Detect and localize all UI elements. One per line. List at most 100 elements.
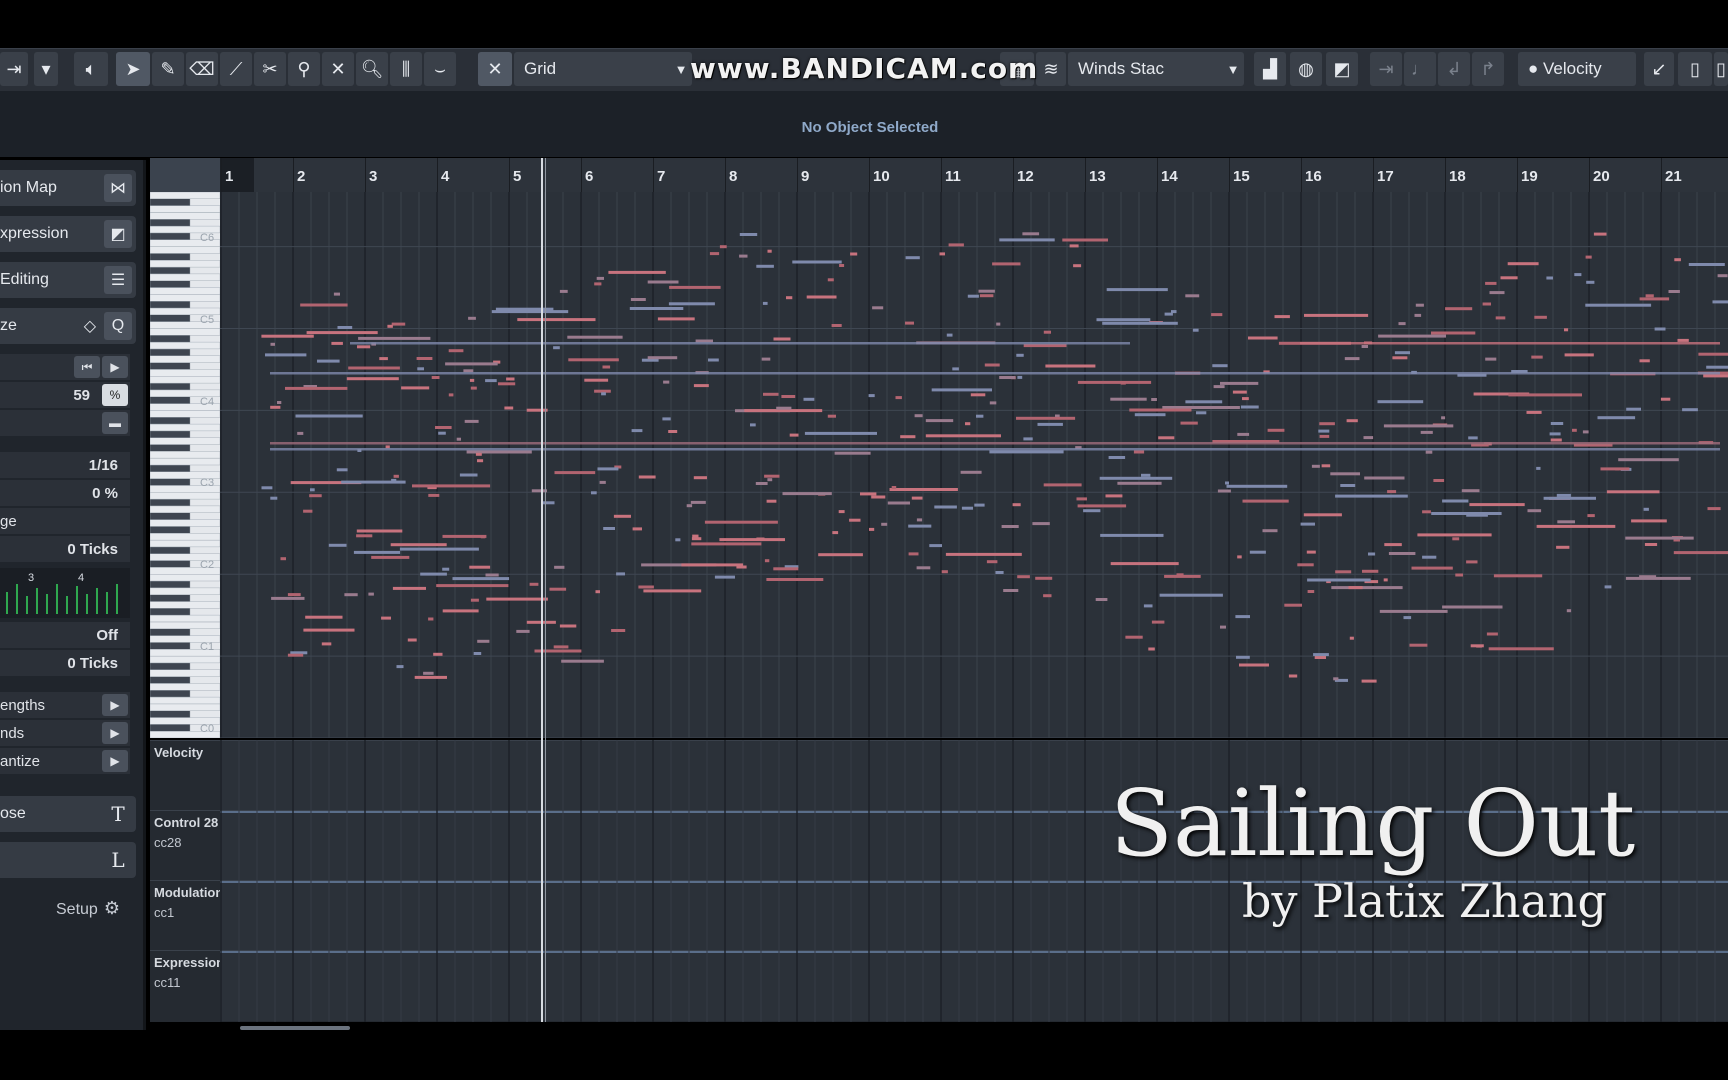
midi-note[interactable] [1158,436,1175,440]
minus-icon[interactable]: ▬ [102,412,128,434]
white-key[interactable] [149,246,221,254]
midi-note[interactable] [739,233,758,236]
midi-note[interactable] [303,509,313,513]
midi-note[interactable] [690,500,706,504]
percent-icon[interactable]: % [102,384,128,406]
midi-note[interactable] [433,652,443,656]
midi-note[interactable] [704,520,778,524]
midi-note[interactable] [631,429,643,433]
midi-note[interactable] [1176,573,1184,577]
midi-note[interactable] [1110,397,1147,401]
black-key[interactable] [149,335,191,343]
midi-note[interactable] [368,592,374,596]
white-key[interactable] [149,328,221,336]
midi-note[interactable] [675,538,681,542]
midi-note[interactable] [1470,644,1484,648]
midi-note[interactable] [1313,653,1329,657]
midi-note[interactable] [448,393,454,397]
white-key[interactable] [149,369,221,377]
midi-note[interactable] [1307,590,1315,593]
midi-note[interactable] [1211,313,1223,317]
midi-note[interactable] [1377,400,1424,404]
midi-note[interactable] [1240,405,1259,409]
midi-note[interactable] [638,585,654,589]
midi-note[interactable] [1489,291,1505,295]
midi-note[interactable] [1306,550,1316,554]
midi-note[interactable] [986,560,998,564]
midi-note[interactable] [477,459,484,463]
midi-note[interactable] [1148,647,1155,651]
midi-note[interactable] [1129,408,1192,412]
ticks2-value[interactable]: 0 Ticks [67,655,130,672]
midi-note[interactable] [1392,356,1408,360]
midi-note[interactable] [469,378,475,382]
midi-note[interactable] [356,534,373,538]
midi-note[interactable] [831,324,842,327]
midi-note[interactable] [350,342,1130,345]
black-key[interactable] [149,594,191,602]
midi-note[interactable] [669,285,721,289]
midi-note[interactable] [668,430,678,433]
step-down-icon[interactable]: ↲ [1438,52,1470,86]
midi-note[interactable] [435,426,452,429]
midi-note[interactable] [1536,466,1541,470]
midi-note[interactable] [1220,381,1259,385]
black-key[interactable] [149,546,191,554]
midi-note[interactable] [1151,620,1165,624]
midi-note[interactable] [456,437,461,441]
midi-note[interactable] [643,589,702,593]
midi-note[interactable] [485,379,497,383]
white-key[interactable] [149,669,221,677]
midi-note[interactable] [1262,529,1278,533]
midi-note[interactable] [486,597,548,601]
midi-note[interactable] [1300,342,1720,345]
midi-note[interactable] [559,624,577,628]
midi-note[interactable] [1378,334,1446,338]
transpose-section[interactable]: ose T [0,796,136,832]
midi-note[interactable] [1073,264,1082,268]
snap-icon[interactable]: ✕ [478,52,512,86]
chevron-down-icon[interactable]: ▾ [34,52,58,86]
midi-note[interactable] [1363,436,1374,440]
midi-note[interactable] [341,480,406,484]
midi-note[interactable] [321,642,332,646]
midi-note[interactable] [1108,456,1126,459]
midi-note[interactable] [270,405,281,409]
midi-note[interactable] [1043,483,1082,487]
midi-note[interactable] [1582,430,1589,434]
midi-note[interactable] [692,534,699,538]
black-key[interactable] [149,219,191,227]
midi-note[interactable] [1469,503,1525,507]
midi-note[interactable] [1625,576,1691,580]
midi-note[interactable] [1032,522,1050,526]
midi-note[interactable] [401,386,430,390]
step-input-icon[interactable]: ⇥ [1370,52,1402,86]
midi-note[interactable] [438,431,446,435]
white-key[interactable] [149,574,221,582]
midi-note[interactable] [379,357,388,361]
white-key[interactable] [149,492,221,500]
midi-note[interactable] [1217,489,1231,493]
black-key[interactable] [149,662,191,670]
midi-note[interactable] [989,401,997,405]
midi-note[interactable] [1527,509,1542,513]
midi-note[interactable] [568,358,619,362]
white-key[interactable] [149,621,221,630]
midi-note[interactable] [960,470,982,474]
white-key[interactable] [149,376,221,384]
midi-note[interactable] [1593,232,1607,236]
midi-note[interactable] [1564,328,1569,332]
midi-note[interactable] [331,341,343,345]
midi-note[interactable] [934,505,957,509]
midi-note[interactable] [1706,365,1728,369]
midi-note[interactable] [603,527,615,530]
midi-note[interactable] [1303,513,1342,517]
midi-note[interactable] [905,256,920,260]
piano-keyboard[interactable] [149,191,221,739]
midi-note[interactable] [989,450,1064,454]
midi-note[interactable] [961,506,973,510]
palette-icon[interactable]: ◍ [1290,52,1322,86]
midi-note[interactable] [766,499,777,503]
midi-note[interactable] [887,501,910,505]
midi-note[interactable] [1431,512,1502,515]
